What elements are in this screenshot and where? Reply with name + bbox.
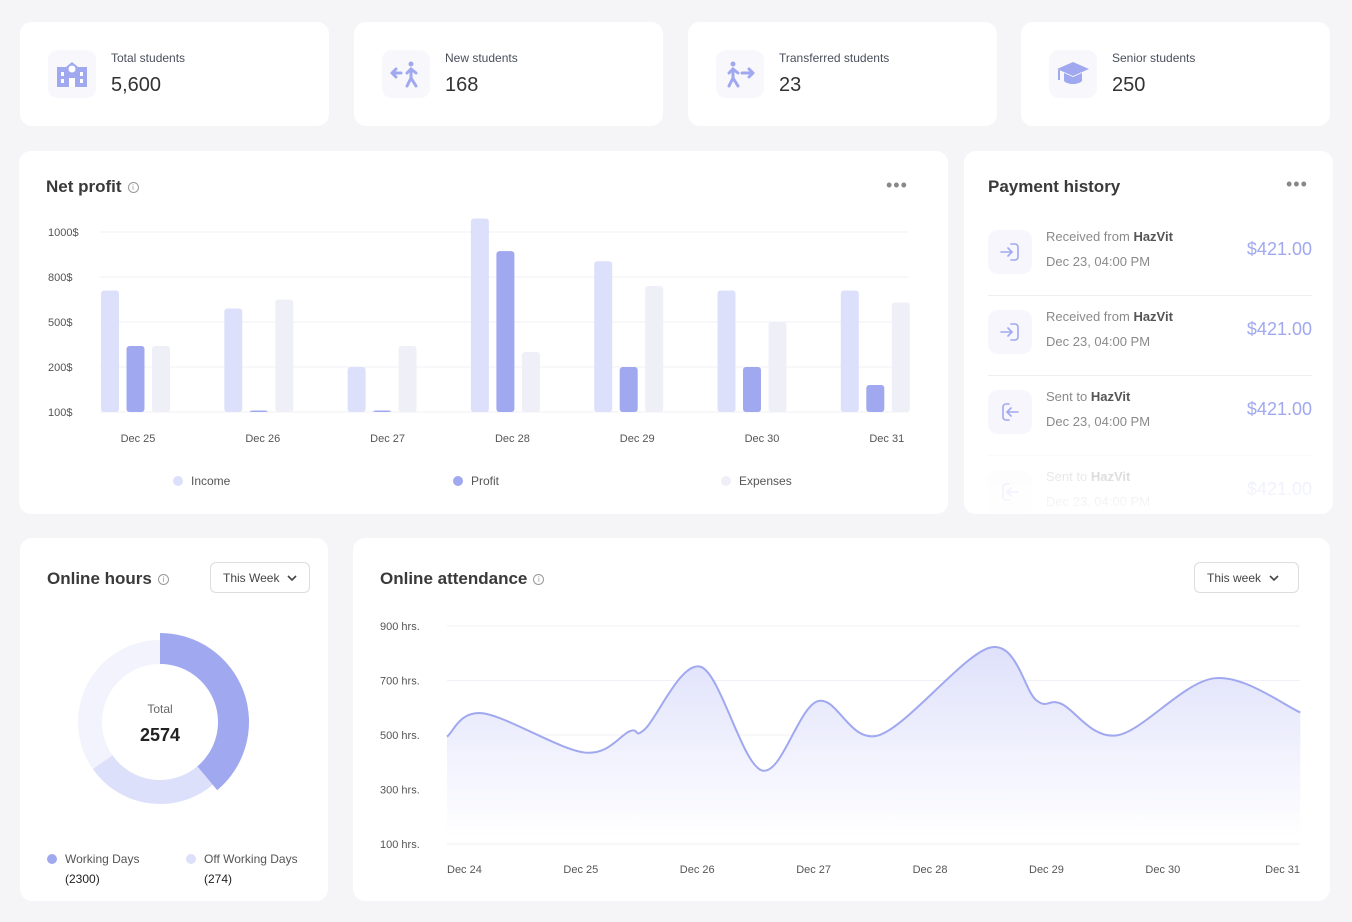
donut-segment-working-days [160, 633, 249, 791]
payment-direction: Received from [1046, 309, 1130, 324]
payment-party: HazVit [1090, 389, 1131, 404]
payment-title: Received from HazVit [1046, 229, 1173, 244]
legend-working-days: Working Days (2300) [47, 852, 139, 886]
donut-chart: Total 2574 [78, 633, 249, 804]
legend-label: Expenses [739, 474, 792, 488]
payment-direction: Received from [1046, 229, 1130, 244]
payment-title: Sent to HazVit [1046, 389, 1130, 404]
legend-expenses: Expenses [721, 474, 792, 488]
payment-amount: $421.00 [1246, 319, 1312, 339]
online-attendance-title: Online attendance i [380, 569, 545, 589]
legend-value: (274) [204, 872, 233, 886]
legend-swatch [173, 476, 183, 486]
stat-card-new: New students 168 [354, 22, 663, 126]
payment-item[interactable]: Sent to HazVit Dec 23, 04:00 PM $421.00 [988, 376, 1312, 456]
payment-amount: $421.00 [1246, 239, 1312, 259]
walk-out-icon [716, 50, 764, 98]
info-icon[interactable]: i [533, 574, 545, 586]
school-icon [48, 50, 96, 98]
stat-label: Total students [111, 51, 186, 65]
stat-value: 5,600 [111, 74, 162, 96]
payment-direction: Sent to [1046, 389, 1088, 404]
stat-card-total: Total students 5,600 [20, 22, 329, 126]
payment-item[interactable]: Received from HazVit Dec 23, 04:00 PM $4… [988, 296, 1312, 376]
logout-icon [988, 390, 1032, 434]
online-attendance-title-text: Online attendance [380, 569, 528, 588]
payment-history-title: Payment history [988, 177, 1121, 196]
payment-title: Received from HazVit [1046, 309, 1173, 324]
walk-in-icon [382, 50, 430, 98]
legend-label: Income [191, 474, 231, 488]
legend-profit: Profit [453, 474, 499, 488]
legend-value: (2300) [65, 872, 100, 886]
online-attendance-card: Online attendance i This week [353, 538, 1330, 901]
donut-total: 2574 [140, 725, 180, 745]
payment-date: Dec 23, 04:00 PM [1046, 414, 1151, 429]
stat-label: Transferred students [779, 51, 890, 65]
period-select[interactable]: This week [1194, 562, 1299, 593]
stat-label: Senior students [1112, 51, 1196, 65]
payment-item[interactable]: Received from HazVit Dec 23, 04:00 PM $4… [988, 216, 1312, 296]
donut-center-label: Total [147, 702, 172, 716]
legend-swatch [186, 854, 196, 864]
legend-label: Profit [471, 474, 500, 488]
legend-income: Income [173, 474, 230, 488]
more-menu-button[interactable]: ••• [1286, 174, 1308, 195]
legend-swatch [47, 854, 57, 864]
info-icon[interactable]: i [127, 182, 139, 194]
net-profit-title: Net profit i [46, 177, 139, 197]
payment-amount: $421.00 [1246, 399, 1312, 419]
stat-card-transferred: Transferred students 23 [688, 22, 997, 126]
stat-label: New students [445, 51, 518, 65]
login-icon [988, 310, 1032, 354]
fade-overlay [964, 451, 1333, 514]
stat-value: 168 [445, 74, 479, 96]
payment-date: Dec 23, 04:00 PM [1046, 254, 1151, 269]
payment-history-card: Payment history ••• Received from HazVit… [964, 151, 1333, 514]
net-profit-title-text: Net profit [46, 177, 122, 196]
login-icon [988, 230, 1032, 274]
graduation-cap-icon [1049, 50, 1097, 98]
stat-card-senior: Senior students 250 [1021, 22, 1330, 126]
stat-value: 250 [1112, 74, 1146, 96]
legend-label: Working Days [65, 852, 140, 866]
legend-off-working-days: Off Working Days (274) [186, 852, 298, 886]
payment-party: HazVit [1133, 229, 1173, 244]
chevron-down-icon [1269, 574, 1279, 581]
legend-label: Off Working Days [204, 852, 298, 866]
stat-value: 23 [779, 74, 802, 96]
legend-swatch [453, 476, 463, 486]
period-select-value: This week [1207, 570, 1262, 585]
payment-party: HazVit [1133, 309, 1173, 324]
online-hours-card: Online hours i This Week Total 2574 Worki… [20, 538, 328, 901]
donut-segment-off-working-days [92, 755, 213, 804]
more-menu-button[interactable]: ••• [886, 175, 908, 196]
net-profit-card: Net profit i ••• [19, 151, 948, 514]
payment-date: Dec 23, 04:00 PM [1046, 334, 1151, 349]
legend-swatch [721, 476, 731, 486]
